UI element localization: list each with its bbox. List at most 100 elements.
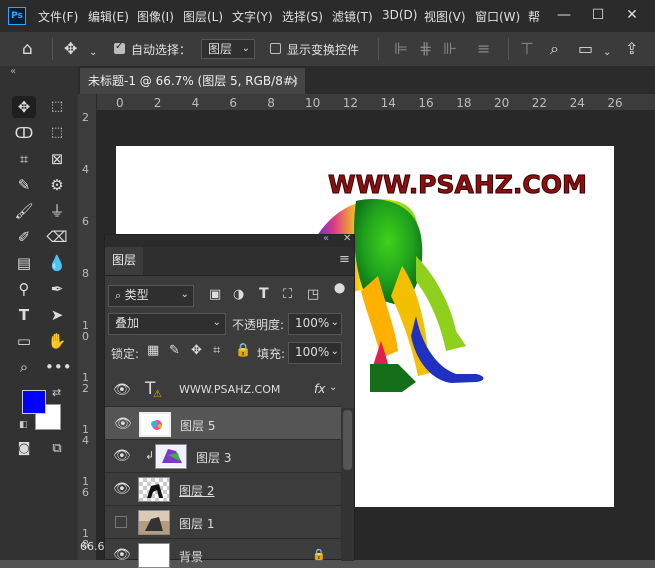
pen-tool-icon[interactable]: ✒ xyxy=(45,278,69,300)
path-selection-icon[interactable]: ➤ xyxy=(45,304,69,326)
eye-icon[interactable]: 👁 xyxy=(113,448,131,464)
panel-menu-icon[interactable]: ≡ xyxy=(339,252,350,267)
share-icon[interactable]: ⇪ xyxy=(625,40,638,58)
distribute-icon[interactable]: ≡ xyxy=(477,40,490,58)
opacity-input[interactable]: 100% ⌄ xyxy=(288,313,342,335)
scrollbar-thumb[interactable] xyxy=(343,410,352,470)
menu-file[interactable]: 文件(F) xyxy=(38,8,78,25)
menu-window[interactable]: 窗口(W) xyxy=(475,8,520,25)
chevron-down-icon[interactable]: ⌄ xyxy=(329,382,337,393)
align-top-icon[interactable]: ⊤ xyxy=(520,40,534,58)
auto-select-dropdown[interactable]: 图层 ⌄ xyxy=(201,39,255,59)
eraser-tool-icon[interactable]: ⌫ xyxy=(45,226,69,248)
close-window-button[interactable]: ✕ xyxy=(617,0,647,32)
screen-mode-icon[interactable]: ⧉ xyxy=(45,438,69,460)
collapse-panel-icon[interactable]: « xyxy=(10,66,16,77)
crop-tool-icon[interactable]: ⌗ xyxy=(12,148,36,170)
move-tool-icon[interactable]: ✥ xyxy=(64,40,77,58)
menu-type[interactable]: 文字(Y) xyxy=(232,8,273,25)
lock-transparency-icon[interactable]: ▦ xyxy=(147,343,159,358)
quick-mask-icon[interactable]: ◙ xyxy=(12,438,36,460)
eye-icon[interactable]: 👁 xyxy=(113,382,131,398)
brush-tool-icon[interactable]: 🖌 xyxy=(12,200,36,222)
fill-input[interactable]: 100% ⌄ xyxy=(288,342,342,364)
tab-layers[interactable]: 图层 xyxy=(105,247,143,275)
zoom-level-readout[interactable]: 66.6 xyxy=(80,540,105,553)
layer-row-5[interactable]: 👁 图层 5 xyxy=(105,407,341,440)
align-center-icon[interactable]: ⋕ xyxy=(419,40,432,58)
auto-select-checkbox[interactable] xyxy=(114,41,125,54)
maximize-button[interactable]: ☐ xyxy=(583,0,613,32)
chevron-down-icon[interactable]: ⌄ xyxy=(603,44,611,62)
layers-scrollbar[interactable] xyxy=(341,408,354,561)
eye-icon[interactable]: 👁 xyxy=(113,481,131,497)
workspace-icon[interactable]: ▭ xyxy=(578,40,593,58)
menu-view[interactable]: 视图(V) xyxy=(424,8,466,25)
layer-name[interactable]: 图层 2 xyxy=(179,482,214,499)
type-tool-icon[interactable]: T xyxy=(12,304,36,326)
blur-tool-icon[interactable]: 💧 xyxy=(45,252,69,274)
frame-tool-icon[interactable]: ⊠ xyxy=(45,148,69,170)
dodge-tool-icon[interactable]: ⚲ xyxy=(12,278,36,300)
fx-icon[interactable]: fx xyxy=(314,382,325,396)
layer-name[interactable]: 图层 5 xyxy=(180,417,215,435)
default-colors-icon[interactable]: ◧ xyxy=(19,420,28,430)
eyedropper-icon[interactable]: ✎ xyxy=(12,174,36,196)
close-panel-icon[interactable]: ✕ xyxy=(343,233,351,244)
layer-name[interactable]: 图层 3 xyxy=(196,449,231,466)
menu-image[interactable]: 图像(I) xyxy=(137,8,174,25)
clone-stamp-icon[interactable]: ⏚ xyxy=(45,200,69,222)
eye-icon[interactable]: 👁 xyxy=(113,547,131,563)
gradient-tool-icon[interactable]: ▤ xyxy=(12,252,36,274)
layer-row-3[interactable]: 👁 ↲ 图层 3 xyxy=(105,440,341,473)
layer-row-text[interactable]: 👁 T ⚠ WWW.PSAHZ.COM fx ⌄ xyxy=(105,374,341,407)
lock-position-icon[interactable]: ✥ xyxy=(191,343,202,358)
layer-name[interactable]: WWW.PSAHZ.COM xyxy=(179,383,280,396)
filter-toggle-icon[interactable]: ⬤ xyxy=(334,283,345,294)
history-brush-icon[interactable]: ✐ xyxy=(12,226,36,248)
type-filter-icon[interactable]: T xyxy=(259,286,269,302)
move-tool-icon[interactable]: ✥ xyxy=(12,96,36,118)
lock-artboard-icon[interactable]: ⌗ xyxy=(213,343,220,358)
layer-row-2[interactable]: 👁 图层 2 xyxy=(105,473,341,506)
layer-filter-dropdown[interactable]: ⌕ 类型 ⌄ xyxy=(108,285,194,307)
menu-layer[interactable]: 图层(L) xyxy=(183,8,223,25)
menu-filter[interactable]: 滤镜(T) xyxy=(332,8,373,25)
photoshop-logo[interactable]: Ps xyxy=(8,7,26,25)
blend-mode-dropdown[interactable]: 叠加 ⌄ xyxy=(108,313,226,335)
show-transform-checkbox[interactable] xyxy=(270,43,281,54)
swap-colors-icon[interactable]: ⇄ xyxy=(52,386,61,399)
zoom-tool-icon[interactable]: ⌕ xyxy=(12,356,36,378)
minimize-button[interactable]: — xyxy=(549,0,579,32)
layer-name[interactable]: 背景 xyxy=(179,548,203,565)
collapse-panel-icon[interactable]: « xyxy=(323,233,329,244)
heal-brush-icon[interactable]: ⚙ xyxy=(45,174,69,196)
lock-image-icon[interactable]: ✎ xyxy=(169,343,180,358)
menu-select[interactable]: 选择(S) xyxy=(282,8,323,25)
menu-help[interactable]: 帮 xyxy=(528,8,540,25)
pixel-filter-icon[interactable]: ▣ xyxy=(209,287,221,302)
more-tools-icon[interactable]: ••• xyxy=(45,356,72,378)
align-right-icon[interactable]: ⊪ xyxy=(443,40,457,58)
menu-edit[interactable]: 编辑(E) xyxy=(88,8,129,25)
smart-object-filter-icon[interactable]: ◳ xyxy=(307,287,319,302)
visibility-toggle-off[interactable] xyxy=(115,516,127,528)
menu-3d[interactable]: 3D(D) xyxy=(382,8,417,22)
adjustment-filter-icon[interactable]: ◑ xyxy=(233,287,244,302)
search-icon[interactable]: ⌕ xyxy=(550,40,559,58)
close-tab-icon[interactable]: × xyxy=(289,68,299,94)
chevron-down-icon[interactable]: ⌄ xyxy=(89,44,97,62)
foreground-color-swatch[interactable] xyxy=(22,390,46,414)
rectangle-tool-icon[interactable]: ▭ xyxy=(12,330,36,352)
lock-all-icon[interactable]: 🔒 xyxy=(235,343,251,358)
lasso-tool-icon[interactable]: ↀ xyxy=(12,122,36,144)
shape-filter-icon[interactable]: ⛶ xyxy=(283,287,292,302)
layer-name[interactable]: 图层 1 xyxy=(179,515,214,532)
hand-tool-icon[interactable]: ✋ xyxy=(45,330,69,352)
home-icon[interactable]: ⌂ xyxy=(22,40,33,58)
layer-row-background[interactable]: 👁 背景 🔒 xyxy=(105,539,341,568)
document-tab[interactable]: 未标题-1 @ 66.7% (图层 5, RGB/8#) * × xyxy=(80,68,305,114)
layer-row-1[interactable]: 图层 1 xyxy=(105,506,341,539)
eye-icon[interactable]: 👁 xyxy=(114,416,132,432)
marquee-tool-icon[interactable]: ⬚ xyxy=(45,96,69,118)
